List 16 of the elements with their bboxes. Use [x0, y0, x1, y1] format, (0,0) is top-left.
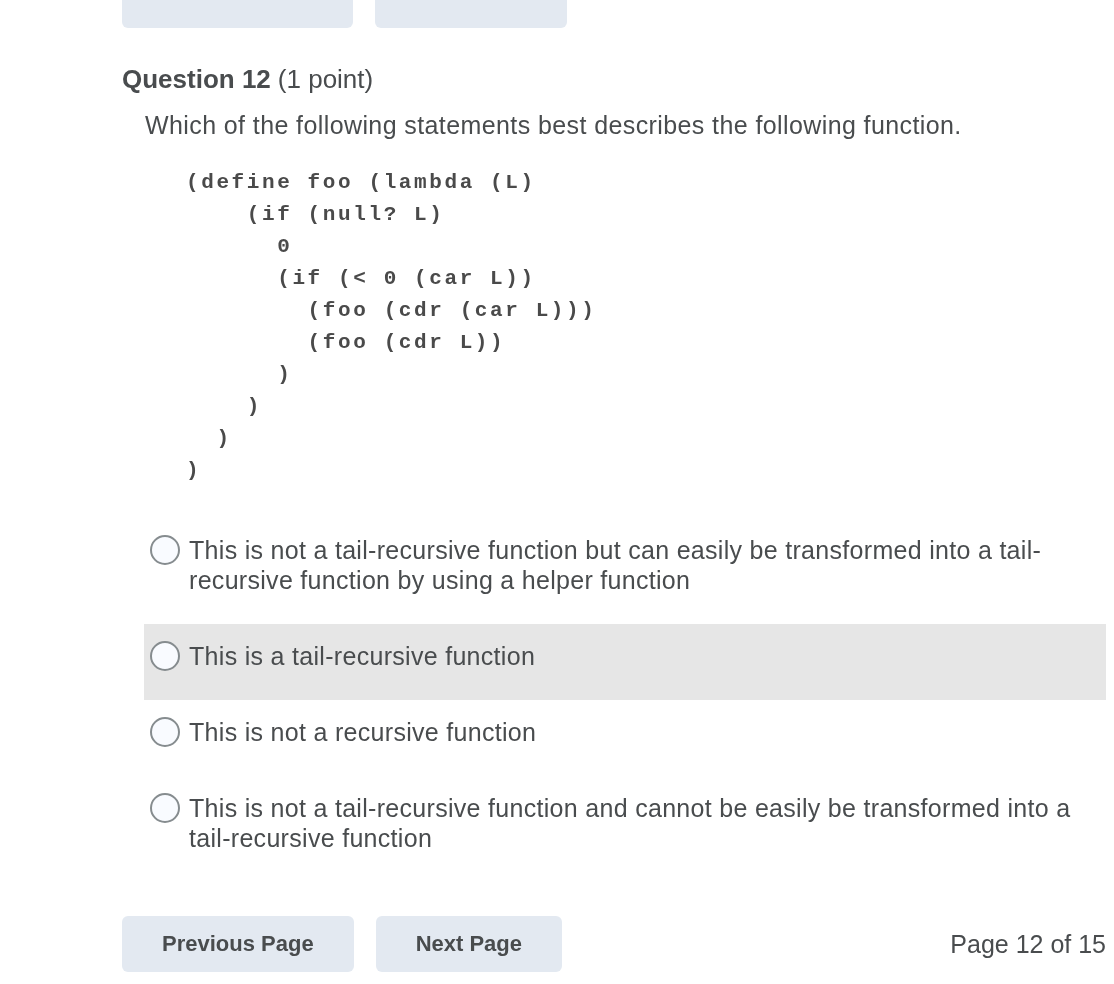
option-label: This is not a tail-recursive function but can easily be transformed into a tail-recursive function by using a helper function [189, 535, 1043, 595]
question-points: (1 point) [277, 64, 374, 94]
option-label: This is not a tail-recursive function and cannot be easily be transformed into a tail-recursive function [189, 793, 1072, 853]
radio-button[interactable] [150, 717, 180, 747]
question-title: Question 12 [122, 64, 271, 94]
page-indicator: Page 12 of 15 [950, 929, 1106, 959]
radio-button[interactable] [150, 793, 180, 823]
option-label: This is not a recursive function [189, 717, 537, 747]
radio-button[interactable] [150, 641, 180, 671]
radio-button[interactable] [150, 535, 180, 565]
nav-button[interactable]: Previous Page [122, 916, 354, 972]
highlighted-option[interactable]: This is a tail-recursive function [144, 624, 1106, 700]
nav-button[interactable]: Next Page [375, 916, 563, 972]
code-text: (define foo (lambda (L) (if (null? L) 0 (if (< 0 (car L)) (foo (cdr (car L))) (foo (cdr L)) ) ) ) ) [186, 170, 597, 484]
option-label: This is a tail-recursive function [189, 641, 536, 671]
question-prompt: Which of the following statements best describes the following function. [145, 111, 962, 139]
